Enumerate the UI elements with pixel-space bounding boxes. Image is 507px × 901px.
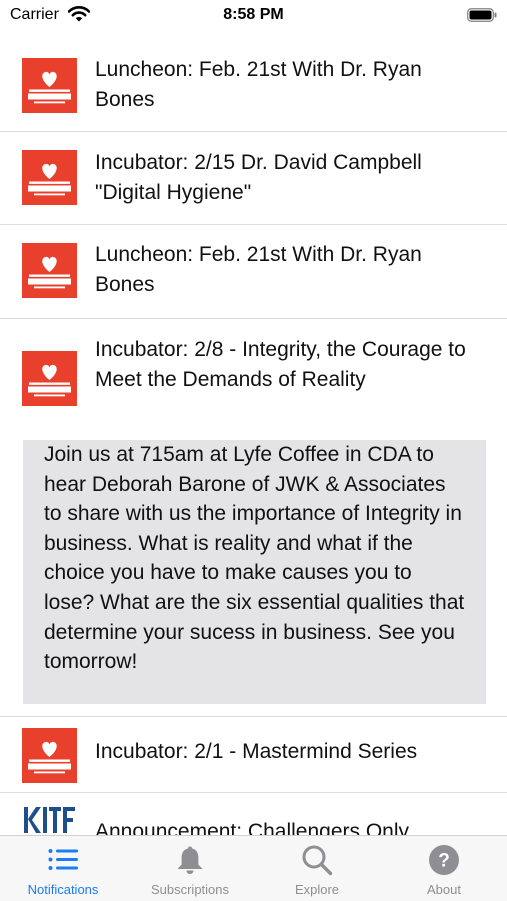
- kitefit-logo: [22, 803, 77, 835]
- heart-of-business-logo: [22, 58, 77, 113]
- item-title: Luncheon: Feb. 21st With Dr. Ryan Bones: [95, 243, 422, 296]
- clock: 8:58 PM: [223, 6, 284, 23]
- item-detail-text: Join us at 715am at Lyfe Coffee in CDA t…: [23, 440, 486, 704]
- heart-of-business-logo: [22, 150, 77, 205]
- item-title: Incubator: 2/15 Dr. David Campbell "Digi…: [95, 151, 422, 204]
- item-title: Luncheon: Feb. 21st With Dr. Ryan Bones: [95, 58, 422, 111]
- heart-of-business-logo: [22, 243, 77, 298]
- item-title: Incubator: 2/1 - Mastermind Series: [95, 740, 418, 763]
- battery-icon: [467, 8, 497, 22]
- bell-icon: [177, 846, 203, 874]
- list-icon: [48, 849, 78, 870]
- list-item[interactable]: Luncheon: Feb. 21st With Dr. Ryan Bones: [0, 40, 507, 132]
- heart-of-business-logo: [22, 351, 77, 406]
- notification-list[interactable]: Luncheon: Feb. 21st With Dr. Ryan Bones …: [0, 40, 507, 835]
- tab-label: Subscriptions: [150, 882, 230, 897]
- item-title: Announcement: Challengers Only: [95, 820, 410, 835]
- item-title: Incubator: 2/8 - Integrity, the Courage …: [95, 338, 466, 391]
- tab-subscriptions[interactable]: Subscriptions: [127, 836, 253, 901]
- svg-text:?: ?: [438, 851, 450, 872]
- tab-explore[interactable]: Explore: [254, 836, 380, 901]
- list-item[interactable]: Luncheon: Feb. 21st With Dr. Ryan Bones: [0, 225, 507, 319]
- list-item[interactable]: Announcement: Challengers Only: [0, 793, 507, 835]
- list-item-expanded[interactable]: Incubator: 2/8 - Integrity, the Courage …: [0, 319, 507, 717]
- heart-of-business-logo: [22, 728, 77, 783]
- tab-label: Explore: [294, 882, 340, 897]
- tab-about[interactable]: ? About: [381, 836, 507, 901]
- tab-label: Notifications: [27, 882, 99, 897]
- search-icon: [302, 845, 333, 876]
- tab-bar: Notifications Subscriptions Explore ? Ab…: [0, 835, 507, 901]
- list-item[interactable]: Incubator: 2/15 Dr. David Campbell "Digi…: [0, 132, 507, 225]
- list-item[interactable]: Incubator: 2/1 - Mastermind Series: [0, 717, 507, 793]
- help-icon: ?: [429, 845, 459, 875]
- status-bar: Carrier 8:58 PM: [0, 0, 507, 32]
- tab-notifications[interactable]: Notifications: [0, 836, 126, 901]
- tab-label: About: [427, 882, 461, 897]
